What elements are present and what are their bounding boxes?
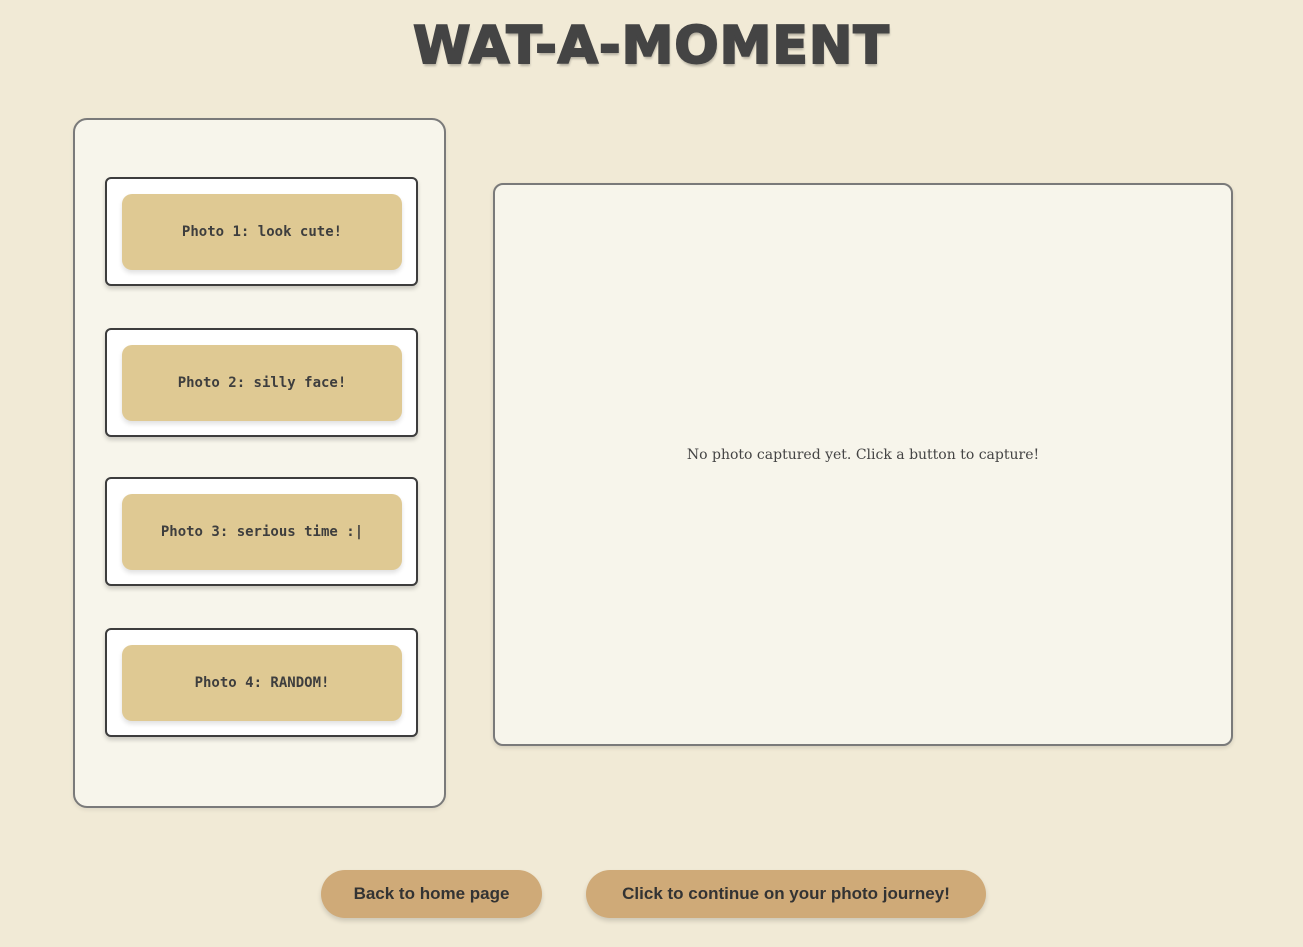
photo-3-button[interactable]: Photo 3: serious time :| [122, 494, 402, 570]
photo-1-button[interactable]: Photo 1: look cute! [122, 194, 402, 270]
page-title: WAT-A-MOMENT [412, 15, 890, 77]
photo-2-button[interactable]: Photo 2: silly face! [122, 345, 402, 421]
photo-card-3: Photo 3: serious time :| [105, 477, 418, 586]
back-home-button[interactable]: Back to home page [321, 870, 542, 918]
photo-4-button[interactable]: Photo 4: RANDOM! [122, 645, 402, 721]
photo-preview-area: No photo captured yet. Click a button to… [493, 183, 1233, 746]
photo-card-4: Photo 4: RANDOM! [105, 628, 418, 737]
preview-empty-message: No photo captured yet. Click a button to… [686, 446, 1040, 463]
photo-card-1: Photo 1: look cute! [105, 177, 418, 286]
photo-card-2: Photo 2: silly face! [105, 328, 418, 437]
continue-journey-button[interactable]: Click to continue on your photo journey! [586, 870, 986, 918]
photo-button-panel: Photo 1: look cute! Photo 2: silly face!… [73, 118, 446, 808]
